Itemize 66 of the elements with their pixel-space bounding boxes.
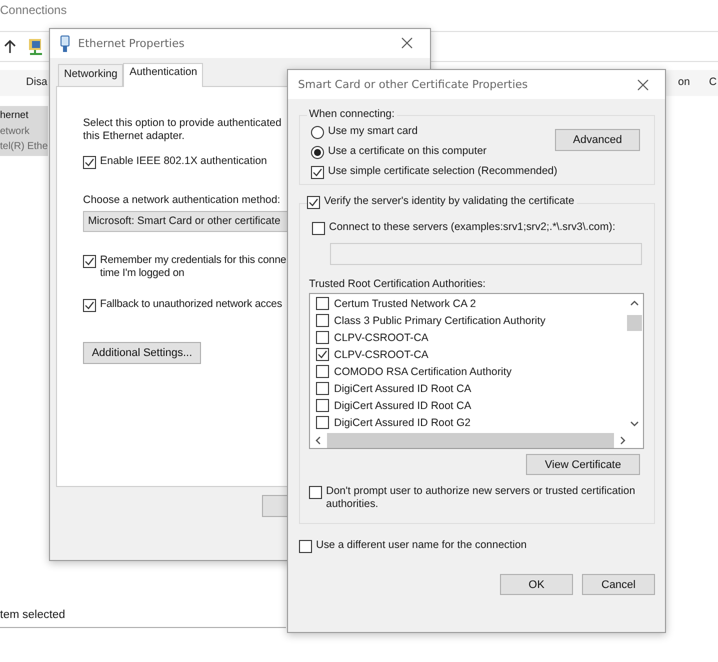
description-text: Select this option to provide authenticated this Ethernet adapter.: [83, 117, 282, 143]
close-icon[interactable]: [401, 37, 413, 49]
authority-name: DigiCert Assured ID Root G2: [334, 416, 471, 428]
authority-name: Certum Trusted Network CA 2: [334, 298, 476, 310]
toolbar-item[interactable]: on: [678, 76, 690, 88]
checkbox[interactable]: [299, 540, 312, 553]
checkbox[interactable]: [316, 331, 329, 344]
checkbox[interactable]: [316, 365, 329, 378]
checkbox[interactable]: [316, 399, 329, 412]
dialog-button[interactable]: OK: [500, 574, 573, 595]
view-certificate-button[interactable]: View Certificate: [526, 454, 640, 475]
servers-field[interactable]: [330, 243, 642, 265]
radio-button[interactable]: [311, 146, 324, 159]
advanced-button[interactable]: Advanced: [555, 129, 640, 151]
checkbox[interactable]: [83, 255, 96, 268]
method-label: Choose a network authentication method:: [83, 194, 280, 206]
window-title: Ethernet Properties: [78, 37, 184, 50]
authorities-list[interactable]: [309, 293, 644, 449]
tab[interactable]: Authentication: [123, 63, 204, 87]
checkbox-label: Don't prompt user to authorize new servers or trusted certification authorities.: [326, 485, 636, 511]
status-text: tem selected: [0, 609, 66, 621]
additional-settings-button[interactable]: Additional Settings...: [83, 342, 201, 364]
radio-label: Use a certificate on this computer: [328, 145, 487, 157]
checkbox[interactable]: [316, 348, 329, 361]
authority-name: COMODO RSA Certification Authority: [334, 366, 512, 378]
checkbox-label: Fallback to unauthorized network acces: [100, 298, 282, 311]
toolbar-item[interactable]: Disa: [26, 76, 48, 88]
group-legend: When connecting:: [307, 108, 397, 120]
radio-label: Use my smart card: [328, 125, 418, 137]
checkbox[interactable]: [312, 222, 325, 235]
checkbox[interactable]: [316, 382, 329, 395]
adapter-icon: [60, 34, 70, 52]
authority-name: DigiCert Assured ID Root CA: [334, 400, 472, 412]
checkbox[interactable]: [316, 314, 329, 327]
scroll-right-icon[interactable]: [620, 436, 626, 444]
checkbox-label: Use a different user name for the connection: [316, 539, 527, 551]
checkbox-label: Verify the server's identity by validating the certificate: [324, 195, 574, 207]
checkbox[interactable]: [311, 166, 324, 179]
checkbox-label: Connect to these servers (examples:srv1;srv2;.*\.srv3\.com):: [329, 221, 616, 233]
authority-name: DigiCert Assured ID Root CA: [334, 382, 472, 394]
toolbar-item[interactable]: C: [709, 76, 717, 88]
scroll-left-icon[interactable]: [315, 436, 321, 444]
checkbox-label: Enable IEEE 802.1X authentication: [100, 155, 267, 167]
up-arrow-icon[interactable]: [4, 40, 16, 53]
checkbox-label: Use simple certificate selection (Recommended): [328, 165, 558, 177]
connection-item[interactable]: hernet etwork tel(R) Ethe: [0, 106, 48, 156]
authority-name: CLPV-CSROOT-CA: [334, 348, 428, 360]
scroll-up-icon[interactable]: [630, 300, 639, 306]
checkbox-label: Remember my credentials for this conne time I'm logged on: [100, 254, 286, 280]
checkbox[interactable]: [83, 299, 96, 312]
checkbox[interactable]: [83, 156, 96, 169]
tab[interactable]: Networking: [58, 64, 124, 86]
authority-name: CLPV-CSROOT-CA: [334, 332, 428, 344]
checkbox[interactable]: [309, 486, 322, 499]
checkbox[interactable]: [316, 416, 329, 429]
scroll-thumb[interactable]: [627, 315, 642, 331]
close-icon[interactable]: [637, 78, 649, 90]
checkbox[interactable]: [307, 196, 320, 209]
list-label: Trusted Root Certification Authorities:: [309, 278, 487, 290]
window-title: Connections: [0, 3, 67, 17]
checkbox[interactable]: [316, 297, 329, 310]
window-title: Smart Card or other Certificate Properties: [298, 78, 529, 91]
scroll-down-icon[interactable]: [630, 421, 639, 427]
radio-button[interactable]: [311, 126, 324, 139]
authority-name: Class 3 Public Primary Certification Authority: [334, 314, 546, 326]
dialog-button[interactable]: Cancel: [582, 574, 655, 595]
